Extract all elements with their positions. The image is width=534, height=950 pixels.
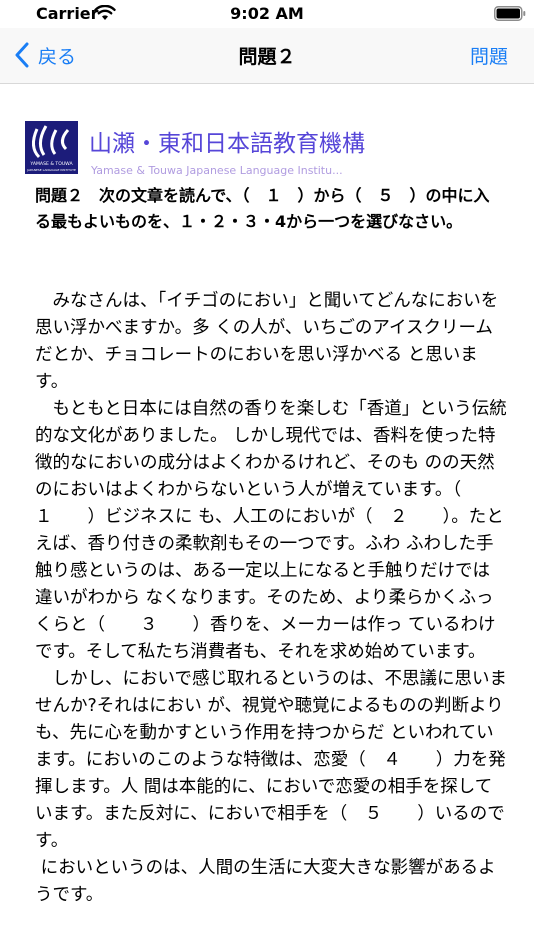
question-list-button[interactable]: 問題 <box>470 42 508 69</box>
logo-text: YAMASE & TOUWA <box>29 161 73 167</box>
status-time: 9:02 AM <box>230 4 304 23</box>
status-bar: Carrier 9:02 AM <box>0 0 534 28</box>
logo-subtext: JAPANESE LANGUAGE INSTITUTE <box>26 168 76 172</box>
passage-paragraph: みなさんは、「イチゴのにおい」と聞いてどんなにおいを思い浮かべますか。多 くの人… <box>35 291 499 392</box>
question-instructions: 問題２ 次の文章を読んで、（ １ ）から（ ５ ）の中に入る最もよいものを、１・… <box>35 186 490 231</box>
institute-name: 山瀬・東和日本語教育機構 <box>89 131 365 157</box>
institute-subtitle: Yamase & Touwa Japanese Language Institu… <box>91 164 343 177</box>
navigation-bar: 戻る 問題２ 問題 <box>0 28 534 84</box>
passage-paragraph: もともと日本には自然の香りを楽しむ「香道」という伝統的な文化がありました。 しか… <box>35 399 507 662</box>
passage-paragraph: しかし、においで感じ取れるというのは、不思議に思いませんか?それはにおい が、視… <box>35 669 507 851</box>
institute-logo: YAMASE & TOUWA JAPANESE LANGUAGE INSTITU… <box>25 121 78 174</box>
page-title: 問題２ <box>238 46 296 68</box>
reading-passage: みなさんは、「イチゴのにおい」と聞いてどんなにおいを思い浮かべますか。多 くの人… <box>35 288 507 909</box>
passage-paragraph: においというのは、人間の生活に大変大きな影響があるようです。 <box>35 858 496 905</box>
battery-icon <box>494 6 526 21</box>
